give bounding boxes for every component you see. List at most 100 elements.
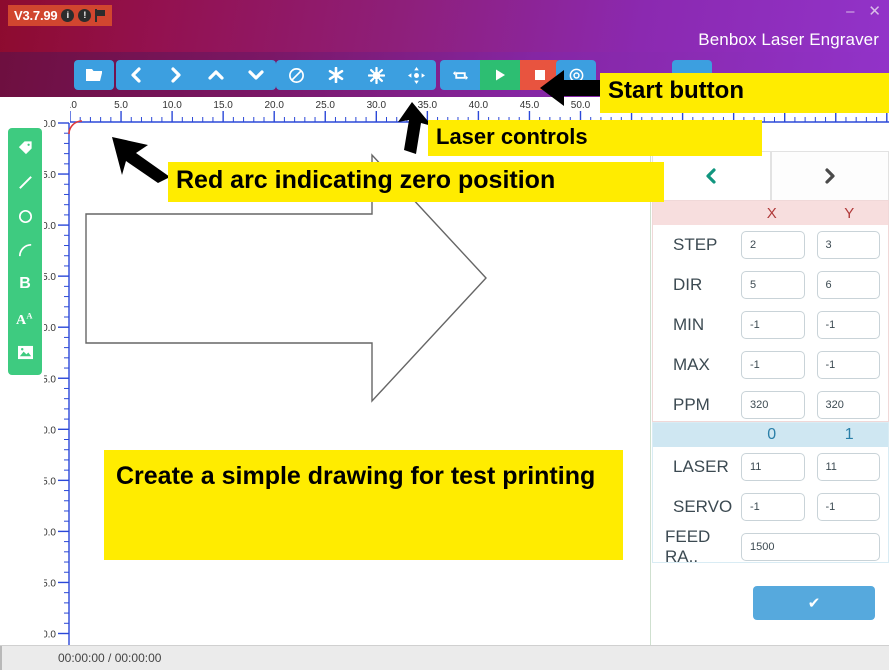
column-header-1: 1 xyxy=(844,426,854,443)
tool-circle-button[interactable] xyxy=(12,203,38,229)
min-x-input[interactable]: -1 xyxy=(741,311,805,339)
max-y-input[interactable]: -1 xyxy=(816,351,880,379)
flag-icon[interactable] xyxy=(95,9,107,22)
start-button[interactable] xyxy=(480,60,520,90)
svg-text:5.0: 5.0 xyxy=(44,170,56,181)
toolbar-group-navigation xyxy=(116,60,276,90)
move-down-button[interactable] xyxy=(236,60,276,90)
tool-bezier-button[interactable]: B xyxy=(12,271,38,297)
app-title: Benbox Laser Engraver xyxy=(698,30,879,49)
svg-text:A: A xyxy=(26,310,33,320)
move-left-button[interactable] xyxy=(116,60,156,90)
row-label-max: MAX xyxy=(673,355,710,374)
row-label-ppm: PPM xyxy=(673,395,710,414)
column-header-0: 0 xyxy=(767,426,777,443)
minimize-button[interactable]: – xyxy=(846,4,854,19)
laser-strong-button[interactable] xyxy=(356,60,396,90)
tool-image-button[interactable] xyxy=(12,339,38,365)
warning-icon[interactable]: ! xyxy=(78,9,92,22)
laser-weak-button[interactable] xyxy=(316,60,356,90)
line-icon xyxy=(18,175,32,189)
annotation-start-button: Start button xyxy=(600,73,889,113)
info-icon[interactable]: i xyxy=(61,9,75,22)
version-badge: V3.7.99 i ! xyxy=(8,5,113,26)
tool-text-button[interactable]: A A xyxy=(12,305,38,331)
step-y-input[interactable]: 3 xyxy=(816,231,880,259)
annotation-arrow-redarc xyxy=(112,137,170,183)
annotation-create-drawing: Create a simple drawing for test printin… xyxy=(104,450,623,560)
step-x-input[interactable]: 2 xyxy=(741,231,805,259)
tool-arc-button[interactable] xyxy=(12,237,38,263)
row-label-servo: SERVO xyxy=(673,497,733,516)
app-window: V3.7.99 i ! – ✕ Benbox Laser Engraver 0.… xyxy=(0,0,889,670)
svg-text:30.0: 30.0 xyxy=(367,100,387,111)
asterisk-icon xyxy=(328,67,344,83)
tag-icon xyxy=(18,140,32,154)
svg-text:0.0: 0.0 xyxy=(44,119,56,130)
window-controls: – ✕ xyxy=(846,4,881,19)
table-row: FEED RA.. 1500 xyxy=(653,527,888,567)
svg-text:40.0: 40.0 xyxy=(44,527,56,538)
svg-text:15.0: 15.0 xyxy=(213,100,233,111)
min-y-input[interactable]: -1 xyxy=(816,311,880,339)
open-file-button[interactable] xyxy=(74,60,114,90)
svg-text:45.0: 45.0 xyxy=(44,578,56,589)
row-label-laser: LASER xyxy=(673,457,729,476)
table-row: PPM 320 320 xyxy=(653,385,888,425)
annotation-laser-controls: Laser controls xyxy=(428,120,762,156)
status-bar: 00:00:00 / 00:00:00 xyxy=(0,645,889,670)
svg-text:30.0: 30.0 xyxy=(44,425,56,436)
no-entry-icon xyxy=(288,67,304,83)
crosshair-move-icon xyxy=(407,66,425,84)
chevron-left-icon xyxy=(131,67,141,83)
binary-settings-table: 0 1 LASER 11 11 SERVO -1 -1 FEED RA.. 15… xyxy=(652,422,889,566)
table-row: LASER 11 11 xyxy=(653,447,888,487)
confirm-button[interactable]: ✔ xyxy=(753,586,875,620)
laser-1-input[interactable]: 11 xyxy=(816,453,880,481)
feed-rate-input[interactable]: 1500 xyxy=(741,533,880,561)
max-x-input[interactable]: -1 xyxy=(741,351,805,379)
laser-0-input[interactable]: 11 xyxy=(741,453,805,481)
loop-arrow-icon xyxy=(452,70,468,80)
servo-1-input[interactable]: -1 xyxy=(816,493,880,521)
vertical-ruler[interactable]: 0.0 5.0 10.0 15.0 20.0 25.0 30.0 35.0 40.0 45.0 50… xyxy=(37,97,70,652)
sunburst-icon xyxy=(367,66,385,84)
ppm-y-input[interactable]: 320 xyxy=(816,391,880,419)
ppm-x-input[interactable]: 320 xyxy=(741,391,805,419)
svg-text:10.0: 10.0 xyxy=(44,221,56,232)
center-home-button[interactable] xyxy=(396,60,436,90)
chevron-up-icon xyxy=(208,70,224,80)
svg-text:10.0: 10.0 xyxy=(162,100,182,111)
svg-text:40.0: 40.0 xyxy=(469,100,489,111)
laser-off-button[interactable] xyxy=(276,60,316,90)
toolbar-group-file xyxy=(74,60,114,90)
panel-prev-tab[interactable] xyxy=(652,151,771,201)
svg-text:45.0: 45.0 xyxy=(520,100,540,111)
close-icon[interactable]: ✕ xyxy=(868,4,881,19)
table-row: STEP 2 3 xyxy=(653,225,888,265)
arc-icon xyxy=(18,243,31,256)
row-label-feed-rate: FEED RA.. xyxy=(665,527,711,566)
table-row: MAX -1 -1 xyxy=(653,345,888,385)
panel-next-tab[interactable] xyxy=(770,151,889,201)
chevron-right-icon xyxy=(825,168,835,184)
toolbar-group-laser-ops xyxy=(276,60,436,90)
tool-select-tag-button[interactable] xyxy=(12,135,38,161)
column-header-y: Y xyxy=(844,204,855,222)
move-up-button[interactable] xyxy=(196,60,236,90)
move-right-button[interactable] xyxy=(156,60,196,90)
tool-line-button[interactable] xyxy=(12,169,38,195)
servo-0-input[interactable]: -1 xyxy=(741,493,805,521)
elapsed-time-label: 00:00:00 / 00:00:00 xyxy=(58,651,162,665)
repeat-button[interactable] xyxy=(440,60,480,90)
svg-text:5.0: 5.0 xyxy=(114,100,128,111)
table-row: SERVO -1 -1 xyxy=(653,487,888,527)
chevron-down-icon xyxy=(248,70,264,80)
tool-rail: B A A xyxy=(8,128,42,375)
dir-y-input[interactable]: 6 xyxy=(816,271,880,299)
svg-text:20.0: 20.0 xyxy=(264,100,284,111)
panel-tab-bar xyxy=(652,151,889,201)
dir-x-input[interactable]: 5 xyxy=(741,271,805,299)
chevron-right-icon xyxy=(171,67,181,83)
xy-table-header: X Y xyxy=(653,201,888,225)
